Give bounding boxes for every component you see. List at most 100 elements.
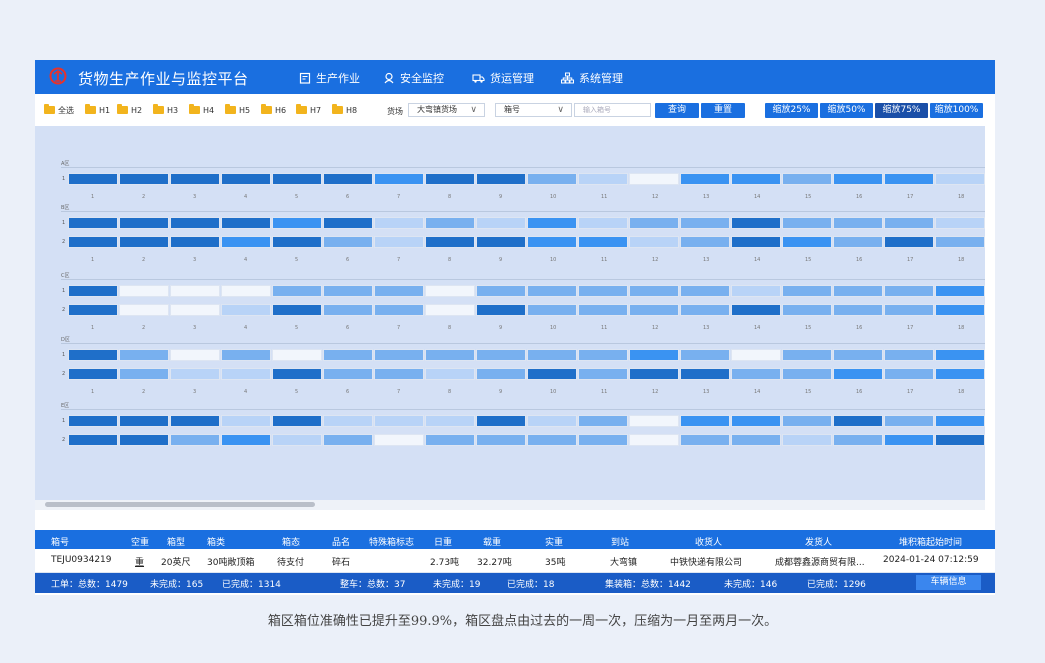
folder-h4[interactable]: H4 xyxy=(189,104,214,115)
container-slot[interactable] xyxy=(935,285,985,297)
container-slot[interactable] xyxy=(425,434,475,446)
container-slot[interactable] xyxy=(476,217,526,229)
folder-h8[interactable]: H8 xyxy=(332,104,357,115)
container-slot[interactable] xyxy=(221,415,271,427)
container-slot[interactable] xyxy=(119,173,169,185)
container-slot[interactable] xyxy=(68,434,118,446)
container-slot[interactable] xyxy=(476,415,526,427)
folder-h2[interactable]: H2 xyxy=(117,104,142,115)
container-slot[interactable] xyxy=(578,304,628,316)
container-slot[interactable] xyxy=(170,236,220,248)
folder-h5[interactable]: H5 xyxy=(225,104,250,115)
container-slot[interactable] xyxy=(782,304,832,316)
zoom-75-button[interactable]: 缩放75% xyxy=(875,103,928,118)
container-slot[interactable] xyxy=(935,236,985,248)
folder-select-all[interactable]: 全选 xyxy=(44,104,74,115)
container-slot[interactable] xyxy=(221,236,271,248)
container-slot[interactable] xyxy=(170,349,220,361)
container-slot[interactable] xyxy=(629,173,679,185)
nav-safety-monitor[interactable]: 安全监控 xyxy=(383,70,444,86)
container-slot[interactable] xyxy=(119,349,169,361)
container-slot[interactable] xyxy=(221,349,271,361)
container-slot[interactable] xyxy=(272,236,322,248)
container-slot[interactable] xyxy=(527,368,577,380)
container-slot[interactable] xyxy=(374,349,424,361)
container-slot[interactable] xyxy=(680,236,730,248)
reset-button[interactable]: 重置 xyxy=(701,103,745,118)
container-slot[interactable] xyxy=(884,236,934,248)
container-slot[interactable] xyxy=(833,349,883,361)
container-slot[interactable] xyxy=(170,434,220,446)
container-slot[interactable] xyxy=(374,415,424,427)
container-slot[interactable] xyxy=(119,236,169,248)
container-slot[interactable] xyxy=(68,217,118,229)
box-number-input[interactable]: 输入箱号 xyxy=(574,103,651,117)
container-slot[interactable] xyxy=(629,304,679,316)
container-slot[interactable] xyxy=(221,304,271,316)
container-slot[interactable] xyxy=(476,349,526,361)
container-slot[interactable] xyxy=(884,304,934,316)
container-slot[interactable] xyxy=(782,368,832,380)
container-slot[interactable] xyxy=(578,236,628,248)
container-slot[interactable] xyxy=(527,173,577,185)
container-slot[interactable] xyxy=(731,173,781,185)
container-slot[interactable] xyxy=(629,217,679,229)
container-slot[interactable] xyxy=(68,173,118,185)
container-slot[interactable] xyxy=(68,349,118,361)
container-slot[interactable] xyxy=(425,173,475,185)
container-slot[interactable] xyxy=(323,236,373,248)
container-slot[interactable] xyxy=(884,217,934,229)
folder-h3[interactable]: H3 xyxy=(153,104,178,115)
container-slot[interactable] xyxy=(323,349,373,361)
container-slot[interactable] xyxy=(272,368,322,380)
container-slot[interactable] xyxy=(68,368,118,380)
container-slot[interactable] xyxy=(884,434,934,446)
container-slot[interactable] xyxy=(527,415,577,427)
container-slot[interactable] xyxy=(629,368,679,380)
container-slot[interactable] xyxy=(68,304,118,316)
container-slot[interactable] xyxy=(323,415,373,427)
table-row[interactable]: TEJU0934219 重 20英尺 30吨敞顶箱 待支付 碎石 2.73吨 32.27吨 35… xyxy=(35,549,995,573)
container-slot[interactable] xyxy=(119,434,169,446)
container-slot[interactable] xyxy=(221,368,271,380)
container-slot[interactable] xyxy=(68,415,118,427)
container-slot[interactable] xyxy=(578,434,628,446)
container-slot[interactable] xyxy=(425,304,475,316)
container-slot[interactable] xyxy=(527,236,577,248)
container-slot[interactable] xyxy=(935,304,985,316)
container-slot[interactable] xyxy=(935,368,985,380)
container-slot[interactable] xyxy=(425,415,475,427)
container-slot[interactable] xyxy=(374,434,424,446)
container-slot[interactable] xyxy=(119,304,169,316)
container-slot[interactable] xyxy=(425,217,475,229)
container-slot[interactable] xyxy=(323,285,373,297)
query-button[interactable]: 查询 xyxy=(655,103,699,118)
container-slot[interactable] xyxy=(629,285,679,297)
container-slot[interactable] xyxy=(935,349,985,361)
container-slot[interactable] xyxy=(374,217,424,229)
container-slot[interactable] xyxy=(476,236,526,248)
container-slot[interactable] xyxy=(833,368,883,380)
container-slot[interactable] xyxy=(680,349,730,361)
container-slot[interactable] xyxy=(425,368,475,380)
container-slot[interactable] xyxy=(476,173,526,185)
container-slot[interactable] xyxy=(221,173,271,185)
zoom-25-button[interactable]: 缩放25% xyxy=(765,103,818,118)
container-slot[interactable] xyxy=(476,285,526,297)
container-slot[interactable] xyxy=(425,236,475,248)
container-slot[interactable] xyxy=(170,304,220,316)
container-slot[interactable] xyxy=(935,217,985,229)
container-slot[interactable] xyxy=(731,217,781,229)
box-field-select[interactable]: 箱号 ∨ xyxy=(495,103,572,117)
container-slot[interactable] xyxy=(629,434,679,446)
container-slot[interactable] xyxy=(374,173,424,185)
container-slot[interactable] xyxy=(476,304,526,316)
container-slot[interactable] xyxy=(527,217,577,229)
container-slot[interactable] xyxy=(935,415,985,427)
container-slot[interactable] xyxy=(272,349,322,361)
container-slot[interactable] xyxy=(578,415,628,427)
container-slot[interactable] xyxy=(833,236,883,248)
zoom-50-button[interactable]: 缩放50% xyxy=(820,103,873,118)
horizontal-scrollbar[interactable] xyxy=(35,500,985,510)
container-slot[interactable] xyxy=(119,285,169,297)
